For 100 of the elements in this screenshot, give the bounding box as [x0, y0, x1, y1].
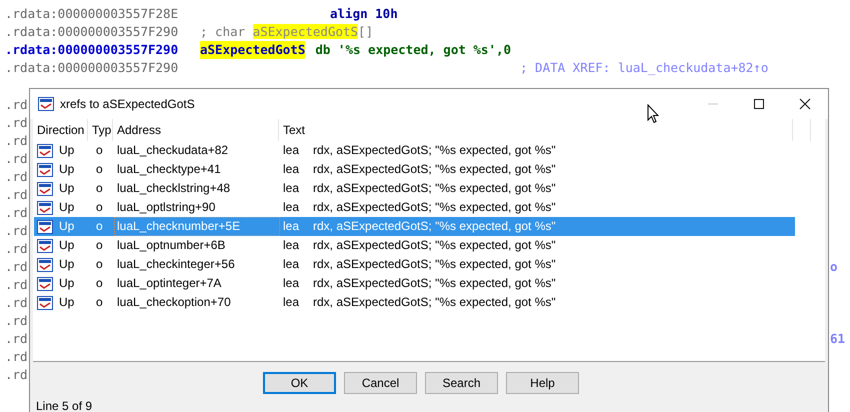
table-cell-text: lea: [283, 275, 300, 292]
table-cell-text: o: [95, 294, 104, 311]
table-cell-text: o: [95, 199, 104, 216]
table-cell-text: luaL_optlstring+90: [116, 199, 216, 216]
table-cell-text: rdx, aSExpectedGotS; "%s expected, got %s": [313, 180, 556, 197]
table-row[interactable]: Up o luaL_checkudata+82 lea rdx, aSExpectedGotS; "%s expected, got %s": [34, 141, 795, 160]
table-cell-text: Up: [59, 180, 74, 197]
maximize-icon[interactable]: [753, 98, 765, 110]
table-cell-text: Up: [59, 294, 74, 311]
table-row[interactable]: Up o luaL_checktype+41 lea rdx, aSExpectedGotS; "%s expected, got %s": [34, 160, 795, 179]
list-icon: [37, 200, 53, 214]
table-cell-text: o: [95, 161, 104, 178]
line-address: .rd: [5, 294, 28, 312]
line-address: .rdata:000000003557F290: [5, 41, 180, 59]
dialog-button[interactable]: Cancel: [344, 372, 417, 394]
line-address: .rd: [5, 114, 28, 132]
line-address: .rd: [5, 222, 28, 240]
dialog-button[interactable]: Search: [425, 372, 498, 394]
table-cell-text: luaL_checkinteger+56: [116, 256, 236, 273]
table-cell-text: luaL_checktype+41: [116, 161, 222, 178]
table-cell-text: o: [95, 142, 104, 159]
line-address: .rd: [5, 204, 28, 222]
table-cell-text: Up: [59, 275, 74, 292]
line-address: .rd: [5, 240, 28, 258]
column-header[interactable]: Typ: [88, 119, 113, 141]
line-address: .rd: [5, 276, 28, 294]
list-icon: [37, 220, 53, 234]
table-row[interactable]: Up o luaL_optlstring+90 lea rdx, aSExpectedGotS; "%s expected, got %s": [34, 198, 795, 217]
window-title: xrefs to aSExpectedGotS: [60, 97, 195, 111]
table-cell-text: o: [95, 275, 104, 292]
table-cell-text: lea: [283, 237, 300, 254]
xref-fragment: o: [830, 258, 839, 276]
comment-text: ; char aSExpectedGotS[]: [200, 23, 374, 41]
table-row[interactable]: Up o luaL_checkoption+70 lea rdx, aSExpectedGotS; "%s expected, got %s": [34, 293, 795, 312]
line-address: .rd: [5, 96, 28, 114]
line-address: .rdata:000000003557F290: [5, 23, 180, 41]
table-cell-text: luaL_optnumber+6B: [116, 237, 226, 254]
line-address: .rdata:000000003557F28E: [5, 5, 180, 23]
table-cell-text: Up: [59, 161, 74, 178]
status-text: Line 5 of 9: [36, 399, 92, 412]
table-cell-text: luaL_checklstring+48: [116, 180, 232, 197]
line-address: .rd: [5, 168, 28, 186]
column-header[interactable]: Direction: [33, 119, 88, 141]
table-cell-text: rdx, aSExpectedGotS; "%s expected, got %s": [313, 142, 556, 159]
list-icon: [37, 238, 53, 252]
line-address: .rd: [5, 366, 28, 384]
line-address: .rd: [5, 132, 28, 150]
list-icon: [37, 276, 53, 290]
table-cell-text: o: [95, 180, 104, 197]
table-row[interactable]: Up o luaL_optinteger+7A lea rdx, aSExpectedGotS; "%s expected, got %s": [34, 274, 795, 293]
table-cell-text: luaL_checkoption+70: [116, 294, 232, 311]
table-cell-text: lea: [283, 161, 300, 178]
table-cell-text: o: [95, 237, 104, 254]
table-cell-text: rdx, aSExpectedGotS; "%s expected, got %s": [313, 199, 556, 216]
line-address: .rd: [5, 330, 28, 348]
column-header[interactable]: Address: [113, 119, 279, 141]
dialog-button[interactable]: OK: [263, 372, 336, 394]
table-cell-text: rdx, aSExpectedGotS; "%s expected, got %s": [313, 256, 556, 273]
list-icon: [37, 144, 53, 158]
list-icon: [37, 296, 53, 310]
table-cell-text: Up: [59, 142, 74, 159]
close-icon[interactable]: [799, 98, 811, 110]
table-cell-text: lea: [283, 180, 300, 197]
data-definition: db '%s expected, got %s',0: [315, 41, 512, 59]
table-cell-text: lea: [283, 199, 300, 216]
table-cell-text: luaL_optinteger+7A: [116, 275, 222, 292]
list-icon: [37, 182, 53, 196]
table-cell-text: o: [95, 218, 104, 235]
table-cell-text: rdx, aSExpectedGotS; "%s expected, got %s": [313, 237, 556, 254]
line-address: .rdata:000000003557F290: [5, 59, 180, 77]
line-address: .rd: [5, 186, 28, 204]
line-address: .rd: [5, 312, 28, 330]
table-cell-text: rdx, aSExpectedGotS; "%s expected, got %s": [313, 275, 556, 292]
dialog-button[interactable]: Help: [506, 372, 579, 394]
table-cell-text: o: [95, 256, 104, 273]
table-cell-text: rdx, aSExpectedGotS; "%s expected, got %s": [313, 161, 556, 178]
table-cell: luaL_checknumber+5E: [114, 217, 280, 236]
table-cell-text: Up: [59, 256, 74, 273]
line-address: .rd: [5, 150, 28, 168]
list-icon: [37, 162, 53, 176]
line-address: .rd: [5, 258, 28, 276]
table-cell-text: Up: [59, 199, 74, 216]
table-cell-text: rdx, aSExpectedGotS; "%s expected, got %s": [313, 218, 556, 235]
table-row[interactable]: Up o luaL_optnumber+6B lea rdx, aSExpectedGotS; "%s expected, got %s": [34, 236, 795, 255]
table-cell-text: luaL_checkudata+82: [116, 142, 230, 159]
list-icon: [38, 97, 54, 111]
table-cell-text: Up: [59, 218, 74, 235]
line-address: .rd: [5, 348, 28, 366]
table-cell-text: lea: [283, 256, 300, 273]
list-icon: [37, 258, 53, 272]
table-cell-text: lea: [283, 218, 300, 235]
xref-fragment: 61: [830, 330, 846, 348]
xref-comment: ; DATA XREF: luaL_checkudata+82↑o: [520, 59, 768, 77]
table-cell-text: rdx, aSExpectedGotS; "%s expected, got %s": [313, 294, 556, 311]
table-row[interactable]: Up o luaL_checklstring+48 lea rdx, aSExpectedGotS; "%s expected, got %s": [34, 179, 795, 198]
table-cell-text: lea: [283, 142, 300, 159]
label-name[interactable]: aSExpectedGotS: [200, 41, 306, 59]
table-cell-text: Up: [59, 237, 74, 254]
table-cell-text: lea: [283, 294, 300, 311]
table-row[interactable]: Up o luaL_checkinteger+56 lea rdx, aSExpectedGotS; "%s expected, got %s": [34, 255, 795, 274]
